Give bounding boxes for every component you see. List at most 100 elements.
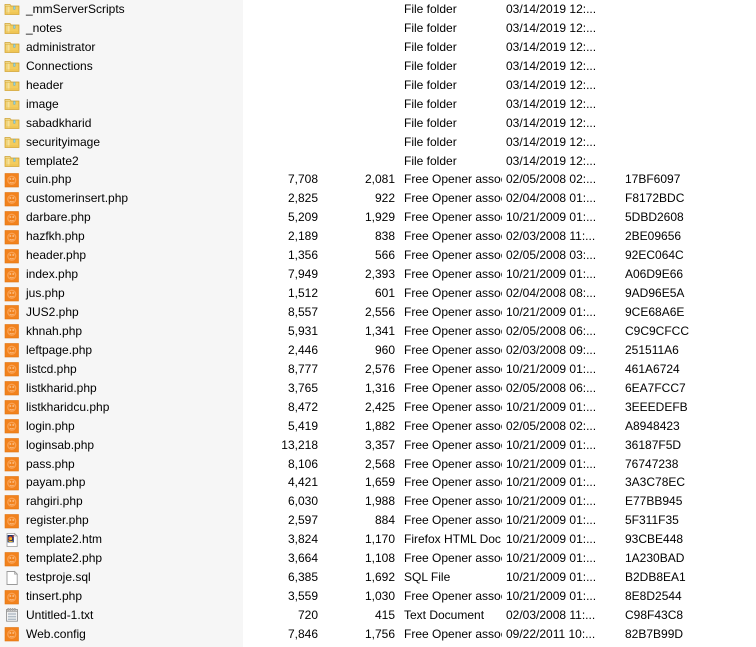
file-size-compressed-cell [322,133,395,152]
file-name-cell[interactable]: header.php [4,246,240,265]
php-file-icon [4,626,20,642]
file-hash-cell: A8948423 [625,418,680,433]
file-row[interactable]: tinsert.php 3,559 1,030 Free Opener associ.… [0,587,756,606]
file-name-cell[interactable]: header [4,76,240,95]
file-row[interactable]: listcd.php 8,777 2,576 Free Opener associ..… [0,360,756,379]
file-name-cell[interactable]: listcd.php [4,360,240,379]
file-list-details-view[interactable]: _mmServerScripts File folder 03/14/2019 12… [0,0,756,647]
file-name-cell[interactable]: listkharidcu.php [4,398,240,417]
file-name-cell[interactable]: image [4,95,240,114]
file-row[interactable]: index.php 7,949 2,393 Free Opener associ...… [0,265,756,284]
file-row[interactable]: Web.config 7,846 1,756 Free Opener associ..… [0,625,756,644]
php-file-icon [4,304,20,320]
file-type-cell: File folder [404,20,457,35]
file-name-cell[interactable]: pass.php [4,455,240,474]
file-row[interactable]: listkharidcu.php 8,472 2,425 Free Opener as… [0,398,756,417]
file-type-cell: Free Opener associ... [404,475,502,490]
file-row[interactable]: cuin.php 7,708 2,081 Free Opener associ... 0… [0,170,756,189]
file-name-cell[interactable]: hazfkh.php [4,227,240,246]
file-size-compressed-cell: 2,568 [364,456,395,471]
file-row[interactable]: template2.htm 3,824 1,170 Firefox HTML Doc.… [0,530,756,549]
file-size-compressed-cell: 922 [374,191,395,206]
file-size-cell: 8,557 [287,305,318,319]
file-row[interactable]: login.php 5,419 1,882 Free Opener associ...… [0,417,756,436]
file-name-cell[interactable]: register.php [4,511,240,530]
file-row[interactable]: loginsab.php 13,218 3,357 Free Opener assoc… [0,436,756,455]
file-size-compressed-cell: 566 [374,248,395,263]
file-name-cell[interactable]: Untitled-1.txt [4,606,240,625]
file-name-cell[interactable]: customerinsert.php [4,189,240,208]
file-row[interactable]: hazfkh.php 2,189 838 Free Opener associ... 0… [0,227,756,246]
file-name-cell[interactable]: index.php [4,265,240,284]
file-hash-cell: 461A6724 [625,361,680,376]
file-row[interactable]: JUS2.php 8,557 2,556 Free Opener associ... 1… [0,303,756,322]
file-row[interactable]: testproje.sql 6,385 1,692 SQL File 10/21/200… [0,568,756,587]
file-size-compressed-cell: 1,108 [364,551,395,566]
file-row[interactable]: rahgiri.php 6,030 1,988 Free Opener associ.… [0,492,756,511]
text-document-icon [4,607,20,623]
file-name-cell[interactable]: sabadkharid [4,114,240,133]
file-date-cell: 02/05/2008 06:... [506,380,597,395]
file-type-cell: Free Opener associ... [404,172,502,187]
file-name-cell[interactable]: administrator [4,38,240,57]
file-row[interactable]: pass.php 8,106 2,568 Free Opener associ... 1… [0,455,756,474]
file-row[interactable]: _mmServerScripts File folder 03/14/2019 12… [0,0,756,19]
file-name-cell[interactable]: leftpage.php [4,341,240,360]
file-row[interactable]: template2.php 3,664 1,108 Free Opener assoc… [0,549,756,568]
file-name-cell[interactable]: Web.config [4,625,240,644]
file-hash-cell: 6EA7FCC7 [625,380,686,395]
file-type-cell: Free Opener associ... [404,418,502,433]
file-name-cell[interactable]: _notes [4,19,240,38]
file-name-label: pass.php [26,456,75,471]
file-row[interactable]: image File folder 03/14/2019 12:... [0,95,756,114]
file-row[interactable]: header File folder 03/14/2019 12:... [0,76,756,95]
file-name-cell[interactable]: darbare.php [4,208,240,227]
file-row[interactable]: template2 File folder 03/14/2019 12:... [0,152,756,171]
file-row[interactable]: administrator File folder 03/14/2019 12:..… [0,38,756,57]
file-name-cell[interactable]: tinsert.php [4,587,240,606]
file-size-cell: 7,846 [287,626,318,641]
file-row[interactable]: customerinsert.php 2,825 922 Free Opener as… [0,189,756,208]
file-row[interactable]: darbare.php 5,209 1,929 Free Opener associ.… [0,208,756,227]
file-hash-cell: 3A3C78EC [625,475,686,490]
file-row[interactable]: listkharid.php 3,765 1,316 Free Opener asso… [0,379,756,398]
file-name-cell[interactable]: testproje.sql [4,568,240,587]
file-name-cell[interactable]: cuin.php [4,170,240,189]
file-row[interactable]: payam.php 4,421 1,659 Free Opener associ...… [0,473,756,492]
file-name-cell[interactable]: listkharid.php [4,379,240,398]
file-row[interactable]: jus.php 1,512 601 Free Opener associ... 02/0… [0,284,756,303]
file-name-cell[interactable]: securityimage [4,133,240,152]
file-name-cell[interactable]: loginsab.php [4,436,240,455]
file-row[interactable]: register.php 2,597 884 Free Opener associ..… [0,511,756,530]
php-file-icon [4,399,20,415]
file-name-label: listcd.php [26,361,77,376]
file-name-cell[interactable]: template2.htm [4,530,240,549]
php-file-icon [4,437,20,453]
file-row[interactable]: _notes File folder 03/14/2019 12:... [0,19,756,38]
file-name-cell[interactable]: jus.php [4,284,240,303]
file-name-label: loginsab.php [26,437,95,452]
file-row[interactable]: khnah.php 5,931 1,341 Free Opener associ...… [0,322,756,341]
file-name-cell[interactable]: _mmServerScripts [4,0,240,19]
file-row[interactable]: sabadkharid File folder 03/14/2019 12:... [0,114,756,133]
file-name-label: login.php [26,418,75,433]
file-name-label: template2 [26,153,79,168]
file-name-cell[interactable]: JUS2.php [4,303,240,322]
file-name-cell[interactable]: payam.php [4,473,240,492]
file-name-cell[interactable]: login.php [4,417,240,436]
file-hash-cell: 9CE68A6E [625,305,685,319]
file-row[interactable]: header.php 1,356 566 Free Opener associ... 0… [0,246,756,265]
file-hash-cell: 82B7B99D [625,626,684,641]
file-name-cell[interactable]: Connections [4,57,240,76]
file-name-cell[interactable]: khnah.php [4,322,240,341]
file-size-compressed-cell: 3,357 [364,437,395,452]
file-row[interactable]: Connections File folder 03/14/2019 12:... [0,57,756,76]
file-name-cell[interactable]: rahgiri.php [4,492,240,511]
file-name-cell[interactable]: template2 [4,152,240,171]
file-name-cell[interactable]: template2.php [4,549,240,568]
file-row[interactable]: leftpage.php 2,446 960 Free Opener associ..… [0,341,756,360]
file-row[interactable]: Untitled-1.txt 720 415 Text Document 02/03/2… [0,606,756,625]
file-name-label: payam.php [26,475,86,490]
file-size-cell [238,152,318,171]
file-row[interactable]: securityimage File folder 03/14/2019 12:..… [0,133,756,152]
